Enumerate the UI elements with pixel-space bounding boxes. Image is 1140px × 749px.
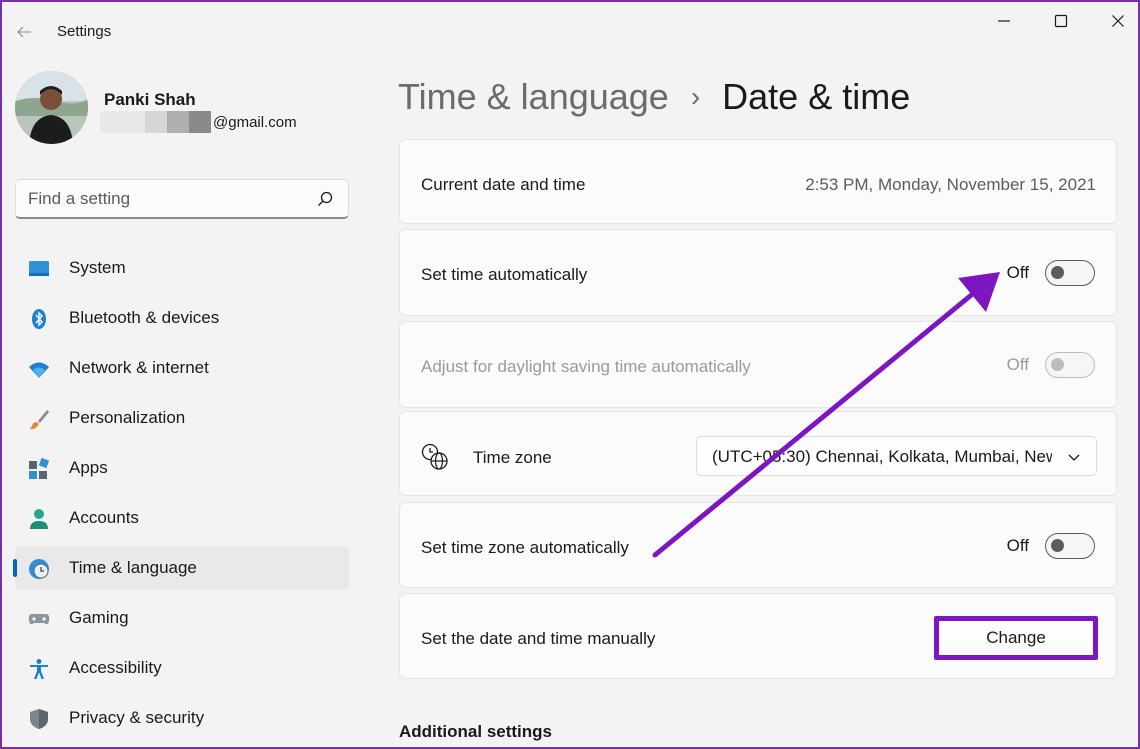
accounts-icon: [28, 508, 50, 530]
sidebar-item-label: Apps: [69, 458, 108, 477]
wifi-icon: [28, 358, 50, 380]
set-time-auto-label: Set time automatically: [421, 265, 588, 284]
sidebar-item-privacy[interactable]: Privacy & security: [15, 696, 349, 740]
close-button[interactable]: [1098, 8, 1138, 34]
sidebar-item-label: Accounts: [69, 508, 139, 527]
current-date-time-value: 2:53 PM, Monday, November 15, 2021: [805, 175, 1096, 194]
toggle-knob: [1051, 358, 1064, 371]
manual-date-time-label: Set the date and time manually: [421, 629, 656, 648]
app-title: Settings: [57, 23, 112, 40]
sidebar-item-label: Gaming: [69, 608, 129, 627]
daylight-saving-label: Adjust for daylight saving time automati…: [421, 357, 751, 376]
bluetooth-icon: [28, 308, 50, 330]
toggle-knob: [1051, 539, 1064, 552]
sidebar-item-gaming[interactable]: Gaming: [15, 596, 349, 640]
change-button[interactable]: Change: [934, 616, 1098, 660]
set-tz-auto-state: Off: [1006, 536, 1029, 555]
apps-icon: [28, 458, 50, 480]
minimize-button[interactable]: [984, 8, 1024, 34]
avatar[interactable]: [15, 71, 88, 144]
sidebar-item-bluetooth[interactable]: Bluetooth & devices: [15, 296, 349, 340]
daylight-saving-toggle: [1045, 352, 1095, 378]
system-monitor-icon: [28, 258, 50, 280]
daylight-saving-toggle-group: Off: [1007, 352, 1095, 378]
set-tz-auto-toggle-group: Off: [1007, 533, 1095, 559]
chevron-down-icon: [1068, 454, 1080, 461]
sidebar-item-label: Personalization: [69, 408, 186, 427]
set-time-auto-toggle[interactable]: [1045, 260, 1095, 286]
minimize-icon: [998, 20, 1010, 22]
maximize-button[interactable]: [1041, 8, 1081, 34]
sidebar-item-time-language[interactable]: Time & language: [13, 546, 349, 590]
profile-name: Panki Shah: [104, 90, 196, 109]
time-zone-card: Time zone (UTC+05:30) Chennai, Kolkata, …: [399, 411, 1117, 496]
sidebar-item-label: Time & language: [69, 558, 197, 577]
profile-email: @gmail.com: [100, 110, 297, 134]
daylight-saving-card: Adjust for daylight saving time automati…: [399, 321, 1117, 408]
close-icon: [1112, 15, 1124, 27]
search-input[interactable]: [28, 187, 308, 211]
search-icon[interactable]: [316, 190, 334, 208]
accessibility-icon: [28, 658, 50, 680]
shield-icon: [28, 708, 50, 730]
sidebar-item-label: Network & internet: [69, 358, 209, 377]
time-zone-label: Time zone: [473, 448, 552, 467]
maximize-icon: [1054, 14, 1068, 28]
manual-date-time-card: Set the date and time manually Change: [399, 593, 1117, 679]
back-button[interactable]: [10, 18, 38, 46]
current-date-time-card: Current date and time 2:53 PM, Monday, N…: [399, 139, 1117, 224]
page-title: Date & time: [722, 76, 911, 117]
gamepad-icon: [28, 608, 50, 630]
time-language-icon: [28, 558, 50, 580]
set-time-auto-card: Set time automatically Off: [399, 229, 1117, 316]
sidebar-item-label: System: [69, 258, 126, 277]
search-box[interactable]: [15, 179, 349, 219]
time-zone-value: (UTC+05:30) Chennai, Kolkata, Mumbai, Ne…: [712, 447, 1052, 466]
daylight-saving-state: Off: [1006, 355, 1029, 374]
sidebar-nav: System Bluetooth & devices Network & int…: [13, 246, 349, 746]
sidebar-item-apps[interactable]: Apps: [15, 446, 349, 490]
set-tz-auto-toggle[interactable]: [1045, 533, 1095, 559]
breadcrumb-parent[interactable]: Time & language: [398, 76, 669, 118]
breadcrumb-separator-icon: ›: [690, 81, 701, 112]
sidebar-item-accounts[interactable]: Accounts: [15, 496, 349, 540]
sidebar-item-label: Accessibility: [69, 658, 162, 677]
breadcrumb: Time & language › Date & time: [398, 72, 910, 122]
time-zone-dropdown[interactable]: (UTC+05:30) Chennai, Kolkata, Mumbai, Ne…: [696, 436, 1097, 476]
sidebar-item-accessibility[interactable]: Accessibility: [15, 646, 349, 690]
avatar-photo: [15, 71, 88, 144]
back-arrow-icon: [17, 26, 31, 38]
additional-settings-heading: Additional settings: [399, 722, 552, 741]
sidebar-item-network[interactable]: Network & internet: [15, 346, 349, 390]
set-tz-auto-label: Set time zone automatically: [421, 538, 629, 557]
title-bar: Settings: [0, 0, 1140, 62]
email-text: @gmail.com: [213, 113, 297, 131]
email-redaction: [100, 111, 211, 133]
toggle-knob: [1051, 266, 1064, 279]
sidebar-item-label: Privacy & security: [69, 708, 205, 727]
set-tz-auto-card: Set time zone automatically Off: [399, 502, 1117, 588]
sidebar-item-system[interactable]: System: [15, 246, 349, 290]
time-zone-globe-icon: [421, 443, 448, 470]
paintbrush-icon: [28, 408, 50, 430]
set-time-auto-toggle-group: Off: [1007, 260, 1095, 286]
current-date-time-label: Current date and time: [421, 175, 586, 194]
sidebar-item-label: Bluetooth & devices: [69, 308, 220, 327]
set-time-auto-state: Off: [1006, 263, 1029, 282]
sidebar-item-personalization[interactable]: Personalization: [15, 396, 349, 440]
